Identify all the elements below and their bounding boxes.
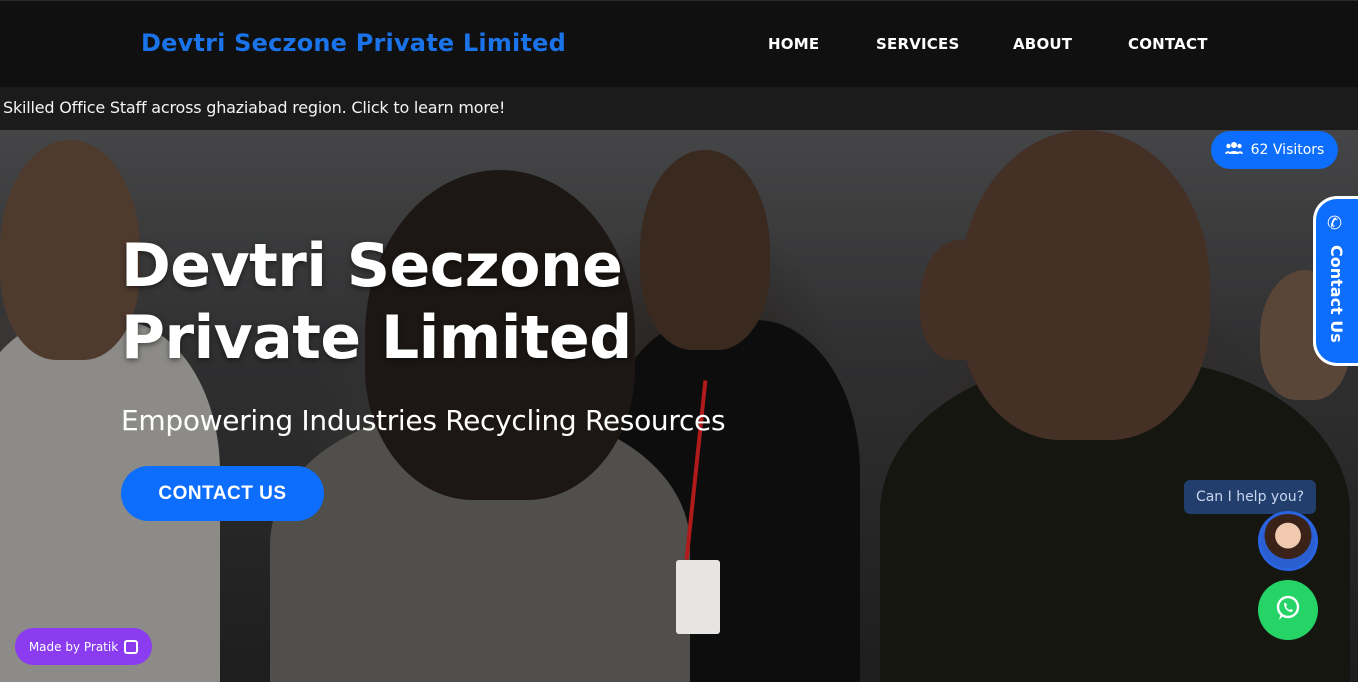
phone-icon: ✆	[1327, 213, 1343, 234]
hero-content: Devtri Seczone Private Limited Empowerin…	[121, 230, 881, 437]
users-icon	[1224, 141, 1243, 159]
pratik-logo-icon	[124, 639, 139, 654]
ticker-text[interactable]: Skilled Office Staff across ghaziabad re…	[3, 98, 505, 117]
hero-subtitle: Empowering Industries Recycling Resource…	[121, 404, 726, 437]
made-by-badge[interactable]: Made by Pratik	[15, 628, 152, 665]
nav-about[interactable]: ABOUT	[1013, 35, 1072, 53]
contact-us-side-tab[interactable]: ✆ Contact Us	[1313, 196, 1358, 366]
hero-photo-person-head	[920, 240, 1000, 360]
nav-contact[interactable]: CONTACT	[1128, 35, 1208, 53]
hero-photo-person-head	[0, 140, 140, 360]
visitors-badge[interactable]: 62 Visitors	[1211, 131, 1338, 169]
visitors-count: 62 Visitors	[1250, 142, 1325, 158]
chat-avatar[interactable]	[1258, 511, 1318, 571]
chat-prompt[interactable]: Can I help you?	[1184, 480, 1316, 514]
announcement-ticker[interactable]: Skilled Office Staff across ghaziabad re…	[0, 87, 1358, 130]
made-by-label: Made by Pratik	[28, 639, 119, 654]
hero-photo-id-card	[676, 560, 720, 634]
nav-services[interactable]: SERVICES	[876, 35, 959, 53]
hero-photo-officer-head	[960, 130, 1210, 440]
site-header: Devtri Seczone Private Limited HOME SERV…	[0, 0, 1358, 87]
whatsapp-icon	[1273, 593, 1303, 627]
nav-home[interactable]: HOME	[768, 35, 819, 53]
main-nav: HOME SERVICES ABOUT CONTACT	[0, 35, 1358, 55]
contact-tab-label: Contact Us	[1327, 245, 1346, 343]
whatsapp-button[interactable]	[1258, 580, 1318, 640]
hero-title: Devtri Seczone Private Limited	[121, 231, 632, 373]
contact-us-button[interactable]: CONTACT US	[121, 466, 324, 521]
hero-photo-person	[270, 410, 690, 682]
